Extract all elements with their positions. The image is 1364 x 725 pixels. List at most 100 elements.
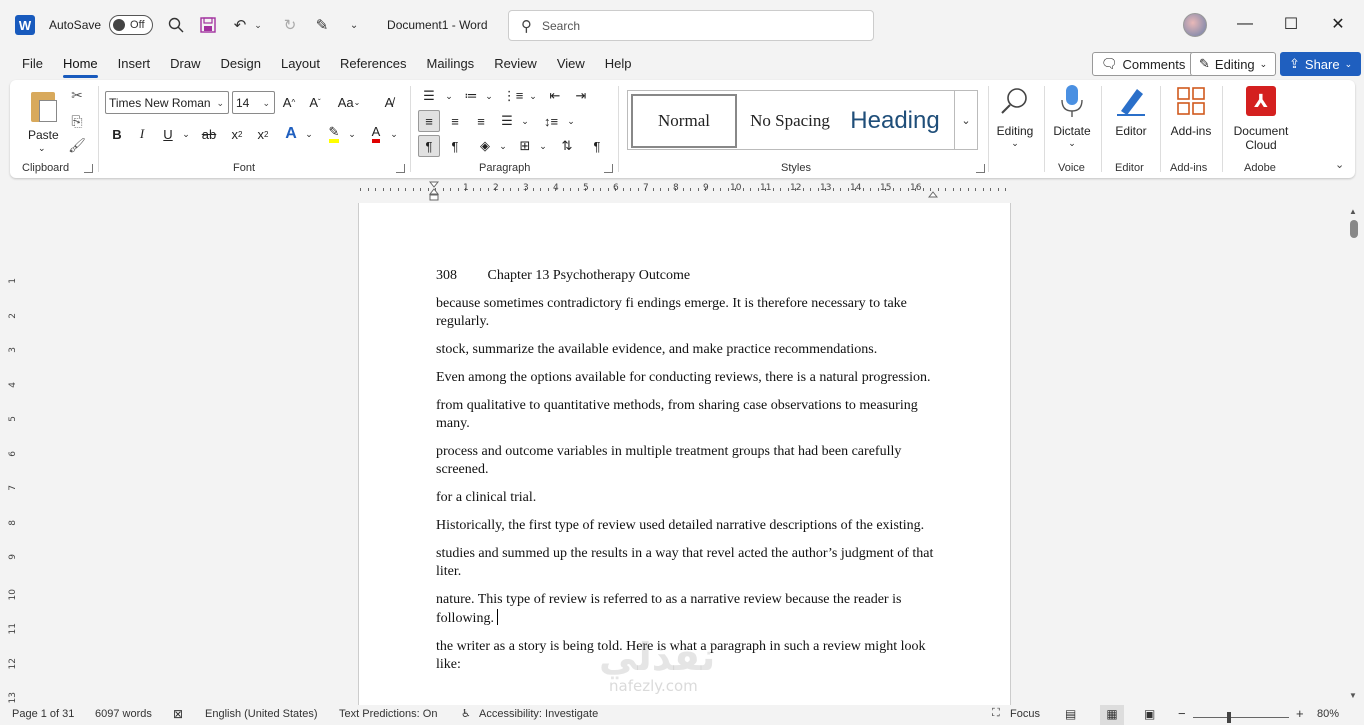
paste-button[interactable]: Paste ⌄ xyxy=(20,86,64,156)
paragraph-launcher-icon[interactable] xyxy=(604,164,613,173)
search-icon[interactable] xyxy=(167,16,185,34)
customize-toolbar-icon[interactable]: ⌄ xyxy=(345,16,363,34)
grow-font-icon[interactable]: A ^ xyxy=(278,91,300,113)
copy-icon[interactable]: ⎘ xyxy=(68,112,86,130)
share-button[interactable]: ⇪ Share ⌄ xyxy=(1280,52,1362,76)
styles-launcher-icon[interactable] xyxy=(976,164,985,173)
tab-draw[interactable]: Draw xyxy=(160,50,210,80)
paragraph[interactable]: because sometimes contradictory fi endin… xyxy=(436,295,941,331)
increase-indent-icon[interactable]: ⇥ xyxy=(570,85,592,107)
cut-icon[interactable]: ✂ xyxy=(68,86,86,104)
chevron-down-icon[interactable]: ⌄ xyxy=(341,123,363,145)
tab-insert[interactable]: Insert xyxy=(108,50,161,80)
language[interactable]: English (United States) xyxy=(205,708,318,720)
save-icon[interactable] xyxy=(199,16,217,34)
rtl-icon[interactable]: ¶ xyxy=(444,135,466,157)
undo-icon[interactable]: ↶ xyxy=(231,16,249,34)
strikethrough-icon[interactable]: ab xyxy=(198,123,220,145)
chevron-down-icon[interactable]: ⌄ xyxy=(175,123,197,145)
horizontal-ruler[interactable]: 1 2 3 4 5 6 7 8 9 10 11 12 13 14 15 16 xyxy=(358,183,1011,197)
editing-mode-button[interactable]: ✎ Editing ⌄ xyxy=(1190,52,1277,76)
tab-file[interactable]: File xyxy=(12,50,53,80)
proofing-icon[interactable]: ⊠ xyxy=(173,707,183,721)
word-count[interactable]: 6097 words xyxy=(95,708,152,720)
autosave-toggle[interactable]: Off xyxy=(109,15,154,35)
line-spacing-icon[interactable]: ↕≡ xyxy=(540,110,562,132)
paragraph[interactable]: from qualitative to quantitative methods… xyxy=(436,397,941,433)
paragraph[interactable]: for a clinical trial. xyxy=(436,489,941,507)
web-layout-icon[interactable]: ▣ xyxy=(1144,707,1155,721)
vertical-ruler[interactable]: 1234567891011121314 xyxy=(6,200,20,703)
zoom-slider-thumb[interactable] xyxy=(1227,712,1231,723)
vertical-scrollbar[interactable]: ▲ ▼ xyxy=(1345,203,1364,705)
align-center-icon[interactable]: ≡ xyxy=(444,110,466,132)
multilevel-list-icon[interactable]: ⋮≡ xyxy=(502,85,524,107)
avatar[interactable] xyxy=(1183,13,1207,37)
search-box[interactable]: ⚲ Search xyxy=(508,10,874,41)
maximize-icon[interactable]: ☐ xyxy=(1279,12,1303,36)
tab-references[interactable]: References xyxy=(330,50,416,80)
tab-layout[interactable]: Layout xyxy=(271,50,330,80)
right-indent-marker-icon[interactable] xyxy=(927,188,939,198)
style-heading[interactable]: Heading xyxy=(842,94,948,148)
tab-mailings[interactable]: Mailings xyxy=(417,50,485,80)
print-layout-icon[interactable]: ▦ xyxy=(1100,705,1124,725)
chevron-down-icon[interactable]: ⌄ xyxy=(514,110,536,132)
comments-button[interactable]: 🗨 Comments xyxy=(1092,52,1195,76)
tab-help[interactable]: Help xyxy=(595,50,642,80)
paragraph[interactable]: studies and summed up the results in a w… xyxy=(436,545,941,581)
chevron-down-icon[interactable]: ⌄ xyxy=(522,85,544,107)
tab-review[interactable]: Review xyxy=(484,50,547,80)
style-no-spacing[interactable]: No Spacing xyxy=(740,94,840,148)
ltr-icon[interactable]: ¶ xyxy=(418,135,440,157)
redo-icon[interactable]: ↻ xyxy=(281,16,299,34)
decrease-indent-icon[interactable]: ⇤ xyxy=(544,85,566,107)
tab-home[interactable]: Home xyxy=(53,50,108,80)
dictate-button[interactable]: Dictate ⌄ xyxy=(1051,84,1093,149)
focus-button[interactable]: Focus xyxy=(1010,708,1040,720)
format-painter-icon[interactable]: 🖌 xyxy=(68,136,86,154)
show-formatting-icon[interactable]: ¶ xyxy=(586,135,608,157)
font-size-select[interactable]: 14 ⌄ xyxy=(232,91,275,114)
paragraph[interactable]: stock, summarize the available evidence,… xyxy=(436,341,941,359)
chevron-down-icon[interactable]: ⌄ xyxy=(478,85,500,107)
editor-button[interactable]: Editor xyxy=(1110,84,1152,138)
draw-table-icon[interactable]: ✎ xyxy=(313,16,331,34)
align-left-icon[interactable]: ≡ xyxy=(418,110,440,132)
font-launcher-icon[interactable] xyxy=(396,164,405,173)
indent-marker-icon[interactable] xyxy=(428,181,440,201)
clipboard-launcher-icon[interactable] xyxy=(84,164,93,173)
accessibility-status[interactable]: Accessibility: Investigate xyxy=(479,708,598,720)
scroll-up-icon[interactable]: ▲ xyxy=(1349,207,1357,216)
chevron-down-icon[interactable]: ⌄ xyxy=(438,85,460,107)
chevron-down-icon[interactable]: ⌄ xyxy=(298,123,320,145)
tab-design[interactable]: Design xyxy=(211,50,271,80)
scrollbar-thumb[interactable] xyxy=(1350,220,1358,238)
chevron-down-icon[interactable]: ⌄ xyxy=(560,110,582,132)
document-body[interactable]: 308 Chapter 13 Psychotherapy Outcome bec… xyxy=(436,267,941,684)
sort-icon[interactable]: ⇅ xyxy=(556,135,578,157)
addins-button[interactable]: Add-ins xyxy=(1166,84,1216,138)
chevron-down-icon[interactable]: ⌄ xyxy=(492,135,514,157)
editing-button[interactable]: Editing ⌄ xyxy=(994,84,1036,149)
minimize-icon[interactable]: — xyxy=(1233,12,1257,36)
change-case-icon[interactable]: Aa ⌄ xyxy=(334,91,364,113)
italic-icon[interactable]: I xyxy=(131,123,153,145)
bold-icon[interactable]: B xyxy=(106,123,128,145)
paragraph-with-cursor[interactable]: nature. This type of review is referred … xyxy=(436,591,941,628)
document-cloud-button[interactable]: ⅄ Document Cloud xyxy=(1230,84,1292,152)
paragraph[interactable]: Even among the options available for con… xyxy=(436,369,941,387)
chevron-down-icon[interactable]: ⌄ xyxy=(383,123,405,145)
align-right-icon[interactable]: ≡ xyxy=(470,110,492,132)
font-name-select[interactable]: Times New Roman ⌄ xyxy=(105,91,229,114)
scroll-down-icon[interactable]: ▼ xyxy=(1349,691,1357,700)
chevron-down-icon[interactable]: ⌄ xyxy=(532,135,554,157)
text-predictions[interactable]: Text Predictions: On xyxy=(339,708,437,720)
undo-dropdown-icon[interactable]: ⌄ xyxy=(249,16,267,34)
shrink-font-icon[interactable]: Aˇ xyxy=(304,91,326,113)
zoom-in-icon[interactable]: + xyxy=(1296,706,1304,721)
read-mode-icon[interactable]: ▤ xyxy=(1065,707,1076,721)
close-icon[interactable]: ✕ xyxy=(1326,12,1350,36)
tab-view[interactable]: View xyxy=(547,50,595,80)
bullets-icon[interactable]: ☰ xyxy=(418,85,440,107)
